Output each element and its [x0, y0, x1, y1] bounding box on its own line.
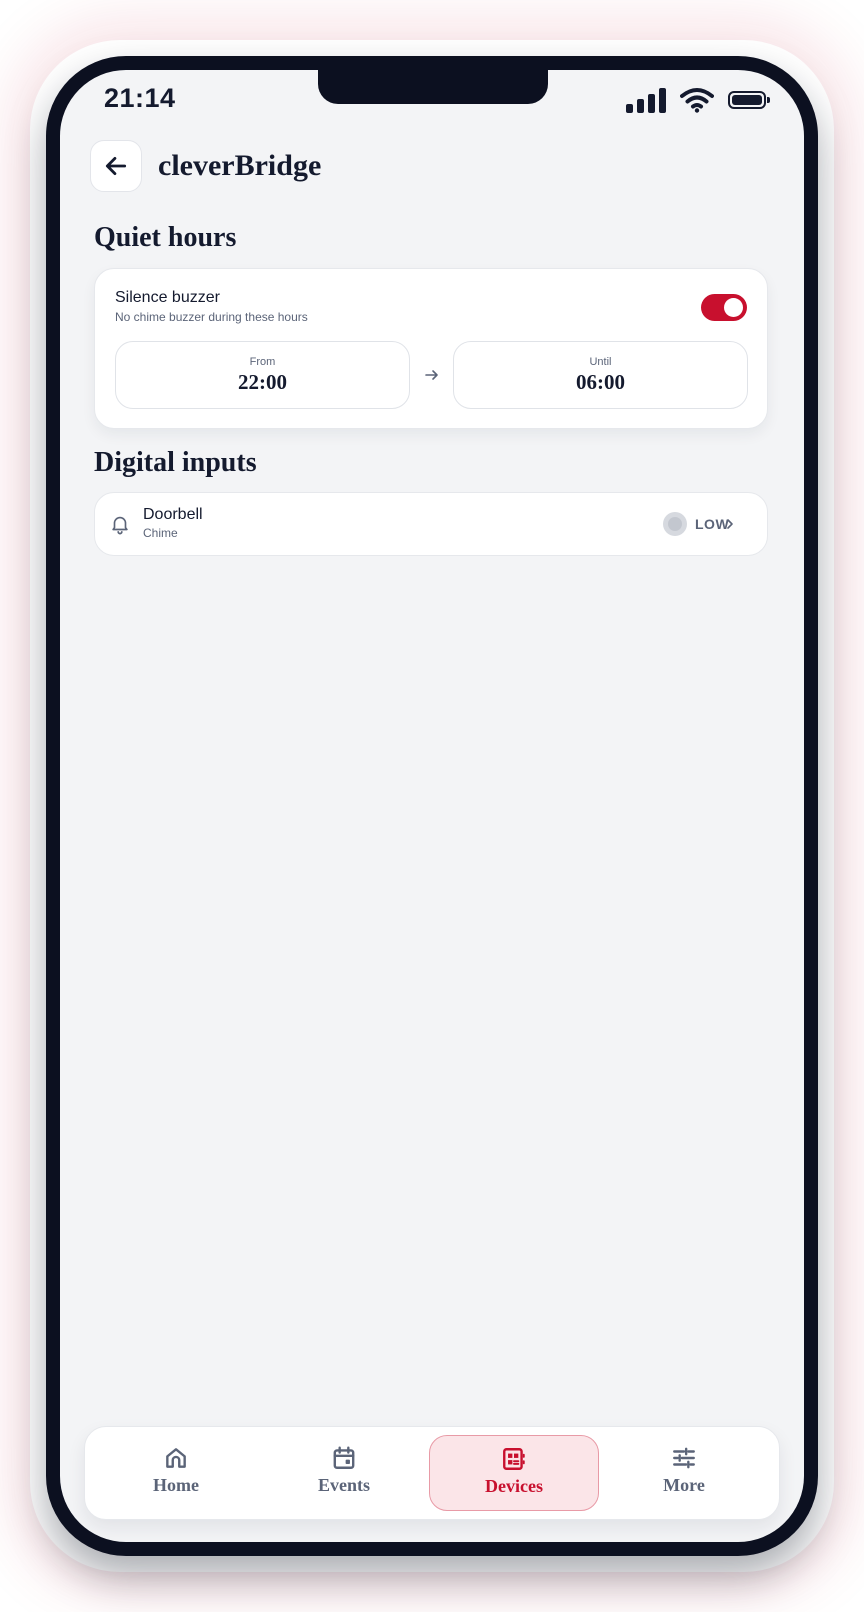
state-indicator: [663, 512, 687, 536]
tab-label: Home: [153, 1475, 199, 1495]
silence-row: Silence buzzer No chime buzzer during th…: [115, 289, 747, 324]
bell-icon: [112, 516, 128, 535]
arrow-right-icon: [425, 370, 438, 380]
silence-toggle[interactable]: [701, 294, 747, 321]
status-icons: [626, 86, 770, 114]
sliders-icon: [673, 1447, 695, 1469]
quiet-hours-title: Quiet hours: [94, 222, 237, 253]
until-time-field[interactable]: Until 06:00: [453, 341, 748, 409]
wifi-icon: [680, 88, 714, 113]
silence-label: Silence buzzer: [115, 289, 220, 306]
header: cleverBridge: [90, 140, 321, 192]
until-value: 06:00: [576, 370, 625, 394]
notch: [318, 70, 548, 104]
back-button[interactable]: [90, 140, 142, 192]
digital-input-row[interactable]: Doorbell Chime LOW: [94, 492, 768, 556]
from-label: From: [249, 356, 276, 368]
tab-home[interactable]: Home: [91, 1435, 261, 1511]
from-value: 22:00: [238, 370, 287, 394]
screen: 21:14 cleverBridge Quiet hours Silence b…: [60, 70, 804, 1542]
calendar-icon: [333, 1446, 355, 1469]
tab-more[interactable]: More: [599, 1435, 769, 1511]
digital-inputs-title: Digital inputs: [94, 447, 257, 478]
silence-description: No chime buzzer during these hours: [115, 310, 308, 324]
tab-devices[interactable]: Devices: [429, 1435, 599, 1511]
signal-icon: [626, 87, 666, 113]
bottom-tab-bar: Home Events Devices More: [84, 1426, 780, 1520]
tab-label: Events: [317, 1475, 370, 1495]
tab-label: More: [663, 1475, 705, 1495]
arrow-left-icon: [105, 157, 127, 175]
toggle-knob: [724, 298, 743, 317]
devices-icon: [503, 1448, 525, 1470]
chevron-right-icon: [727, 519, 733, 529]
input-type: Chime: [143, 526, 178, 540]
page-title: cleverBridge: [158, 149, 322, 182]
phone-frame: 21:14 cleverBridge Quiet hours Silence b…: [46, 56, 818, 1556]
tab-label: Devices: [485, 1476, 543, 1496]
quiet-hours-card: Silence buzzer No chime buzzer during th…: [94, 268, 768, 429]
home-icon: [166, 1448, 186, 1468]
battery-icon: [728, 91, 770, 109]
status-time: 21:14: [104, 83, 176, 113]
tab-events[interactable]: Events: [259, 1435, 429, 1511]
from-time-field[interactable]: From 22:00: [115, 341, 410, 409]
until-label: Until: [589, 356, 612, 368]
input-name: Doorbell: [143, 506, 203, 523]
